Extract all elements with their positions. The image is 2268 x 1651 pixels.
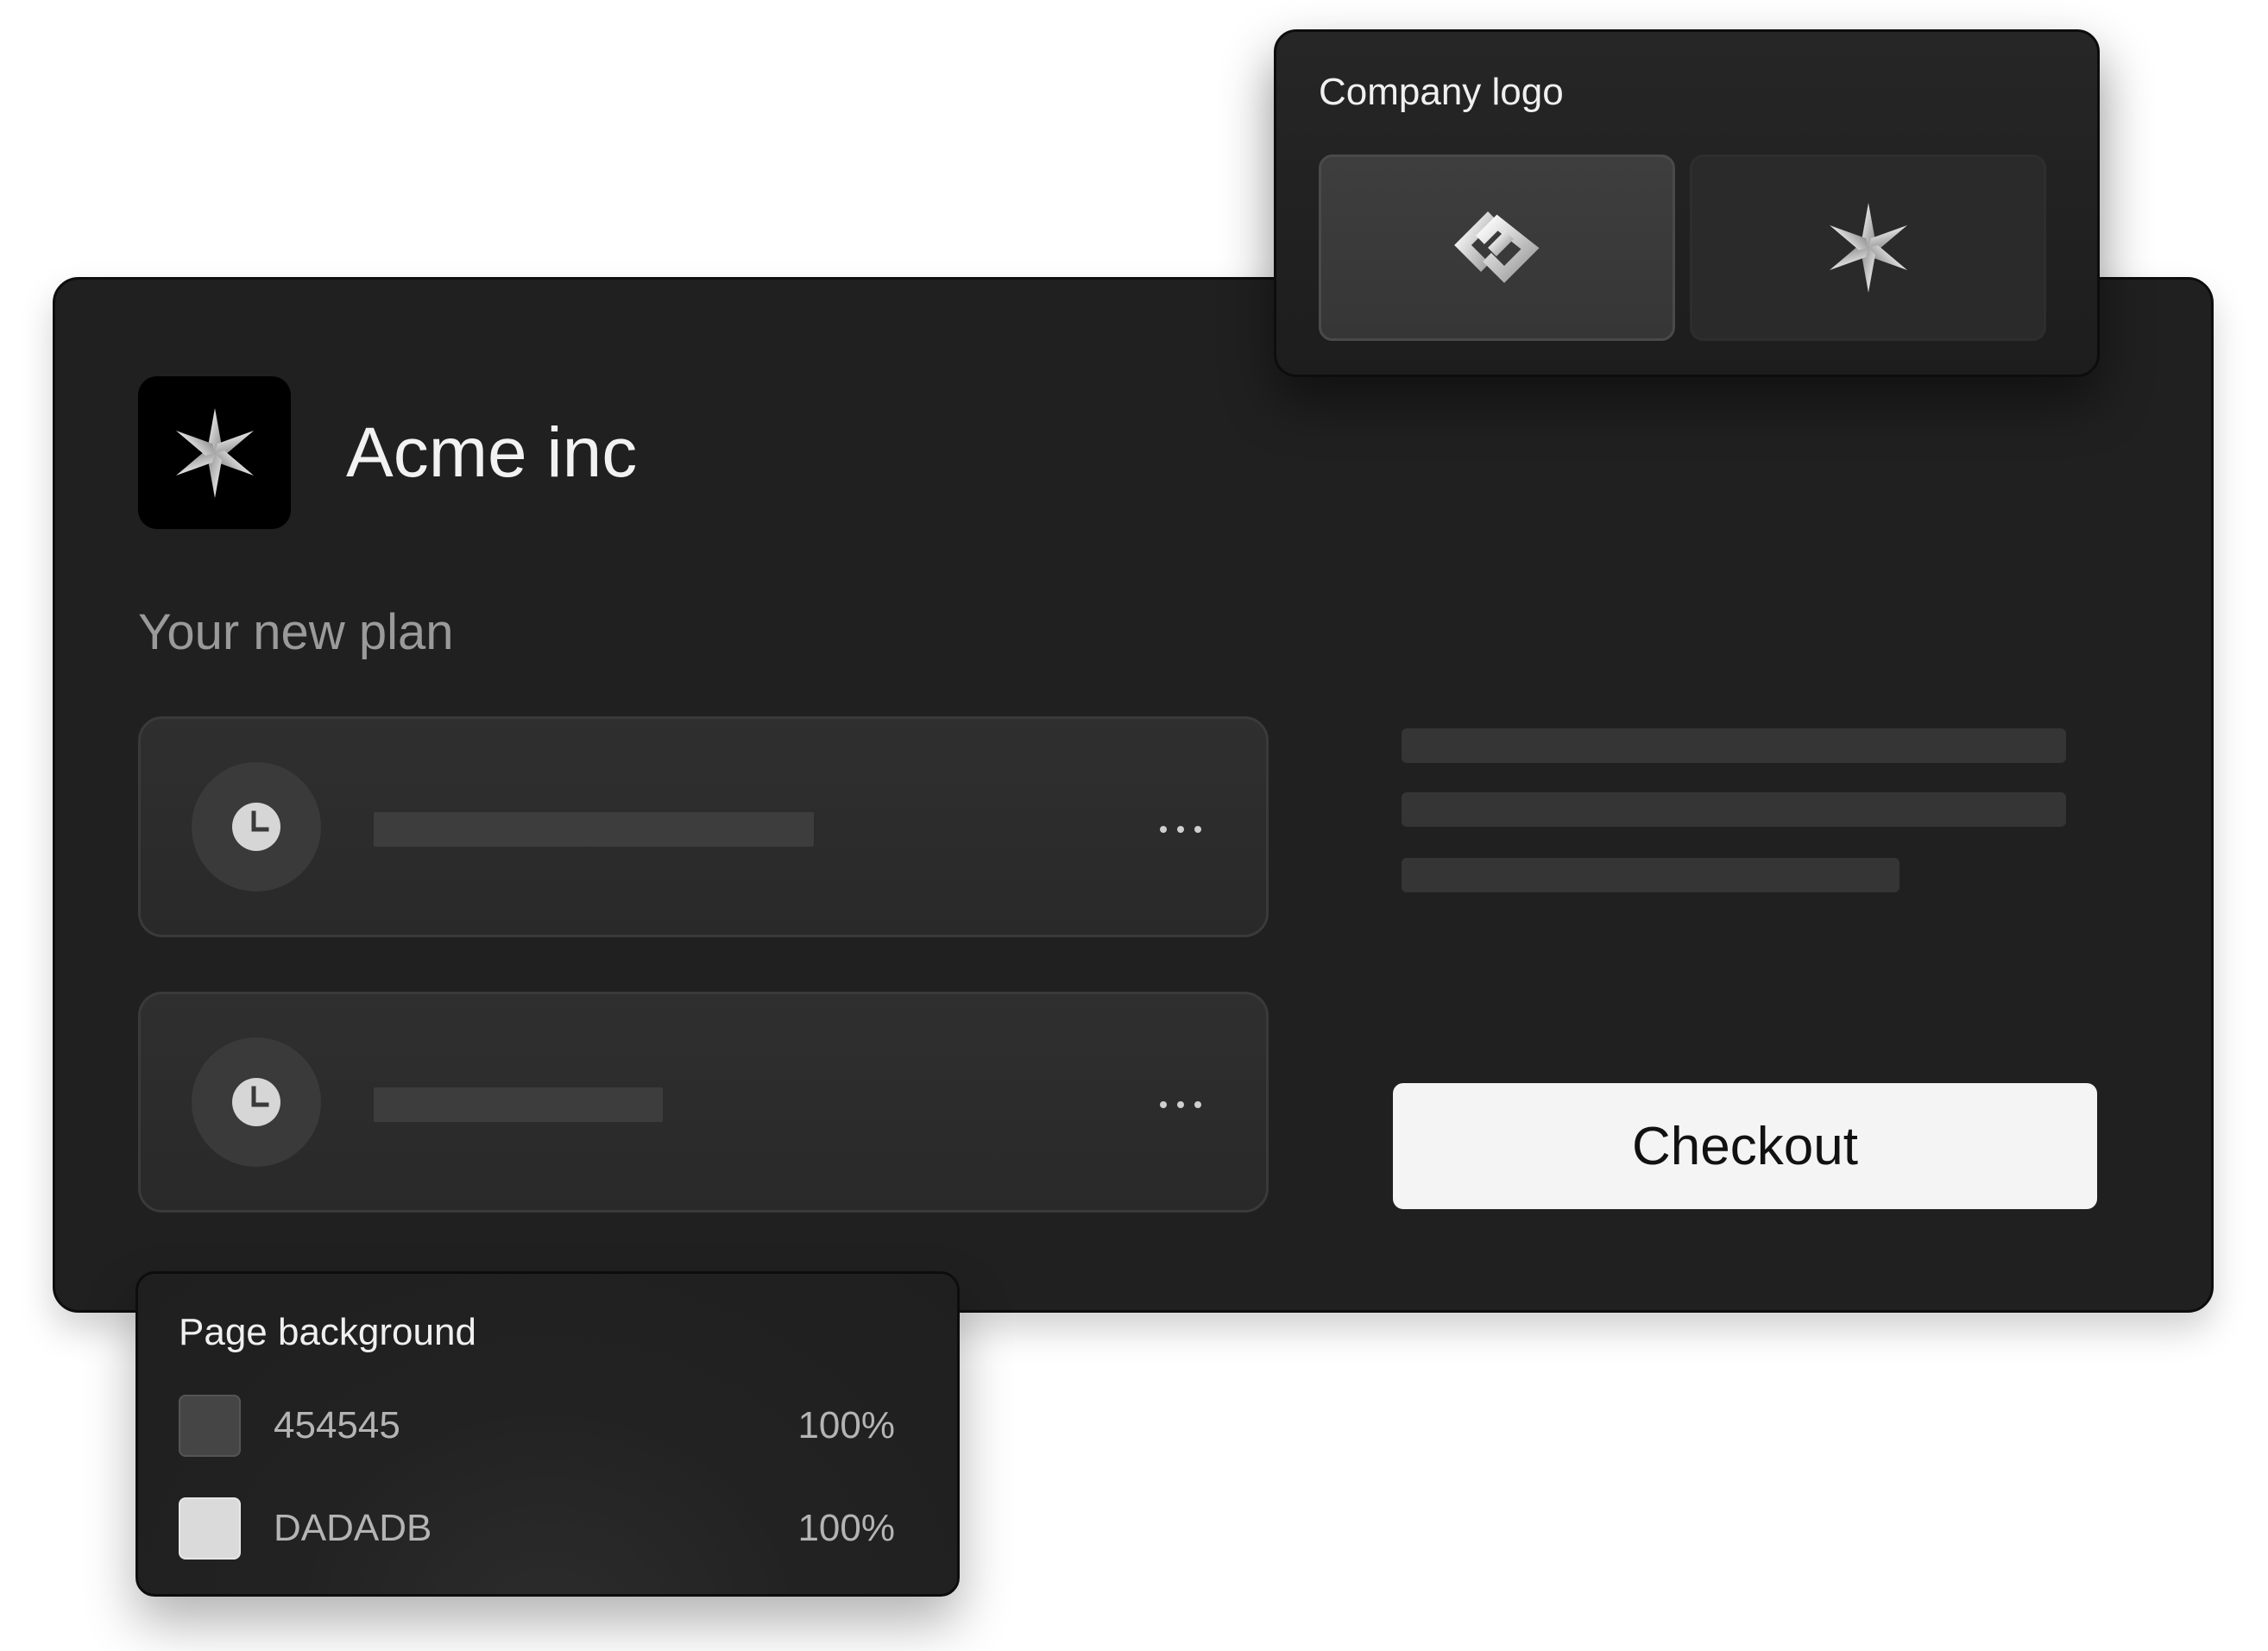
brand-logo bbox=[138, 376, 291, 529]
plan-item-menu-button[interactable] bbox=[1150, 1081, 1211, 1129]
more-horizontal-icon bbox=[1160, 826, 1201, 833]
interlocking-diamond-logo-icon bbox=[1453, 211, 1540, 283]
color-hex-value[interactable]: DADADB bbox=[274, 1504, 432, 1553]
summary-placeholder-line bbox=[1402, 792, 2066, 827]
logo-option-selected[interactable] bbox=[1319, 154, 1675, 341]
plan-item-icon bbox=[192, 1037, 321, 1167]
sparkle-star-icon bbox=[1829, 203, 1907, 293]
checkout-button[interactable]: Checkout bbox=[1393, 1083, 2097, 1209]
page-background-panel: Page background 454545 100% DADADB 100% bbox=[135, 1271, 960, 1597]
summary-placeholder-line bbox=[1402, 858, 1899, 892]
color-swatch[interactable] bbox=[179, 1497, 241, 1560]
color-swatch[interactable] bbox=[179, 1395, 241, 1457]
plan-item-placeholder bbox=[374, 812, 814, 847]
summary-placeholder-line bbox=[1402, 728, 2066, 763]
plan-item[interactable] bbox=[138, 992, 1269, 1213]
color-row[interactable]: 454545 100% bbox=[179, 1395, 895, 1457]
color-row[interactable]: DADADB 100% bbox=[179, 1497, 895, 1560]
color-opacity-value[interactable]: 100% bbox=[797, 1504, 895, 1553]
color-hex-value[interactable]: 454545 bbox=[274, 1402, 400, 1450]
page-background-panel-title: Page background bbox=[179, 1311, 476, 1353]
sparkle-star-icon bbox=[175, 407, 254, 498]
plan-item-placeholder bbox=[374, 1087, 663, 1122]
color-opacity-value[interactable]: 100% bbox=[797, 1402, 895, 1450]
company-logo-panel-title: Company logo bbox=[1319, 71, 1564, 113]
clock-icon bbox=[232, 803, 280, 851]
clock-icon bbox=[232, 1078, 280, 1126]
logo-option[interactable] bbox=[1690, 154, 2046, 341]
plan-item-icon bbox=[192, 762, 321, 892]
plan-item[interactable] bbox=[138, 716, 1269, 937]
plan-item-menu-button[interactable] bbox=[1150, 805, 1211, 854]
company-name: Acme inc bbox=[346, 413, 638, 492]
plan-section-title: Your new plan bbox=[138, 604, 454, 660]
more-horizontal-icon bbox=[1160, 1101, 1201, 1108]
company-logo-panel: Company logo bbox=[1274, 29, 2100, 377]
